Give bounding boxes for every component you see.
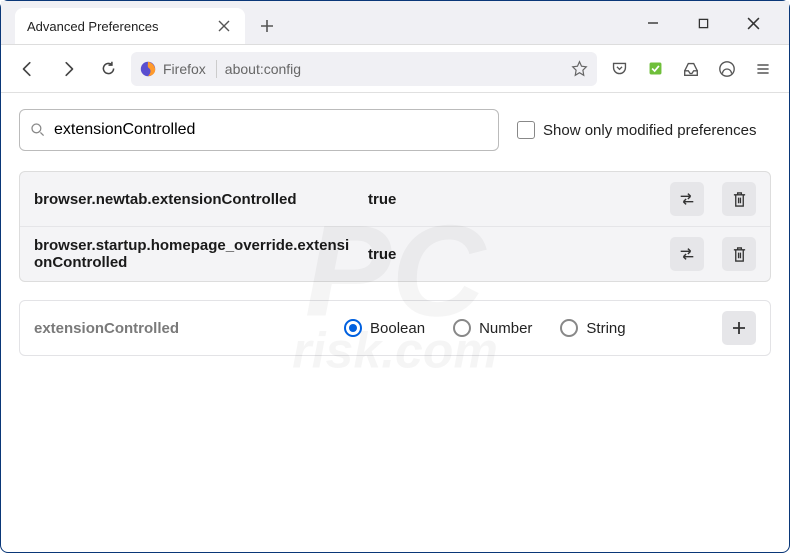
radio-icon (344, 319, 362, 337)
search-icon (30, 122, 46, 138)
radio-icon (453, 319, 471, 337)
account-icon[interactable] (711, 53, 743, 85)
firefox-logo-icon (139, 60, 157, 78)
checkbox-icon (517, 121, 535, 139)
maximize-button[interactable] (689, 13, 717, 33)
radio-label: Number (479, 320, 532, 337)
nav-toolbar: Firefox about:config (1, 45, 789, 93)
pref-list: browser.newtab.extensionControlled true … (19, 171, 771, 282)
bookmark-star-icon[interactable] (565, 55, 593, 83)
url-bar[interactable]: Firefox about:config (131, 52, 597, 86)
toggle-button[interactable] (670, 182, 704, 216)
add-pref-row: extensionControlled Boolean Number Strin… (19, 300, 771, 356)
pref-search-input[interactable] (54, 121, 488, 139)
inbox-icon[interactable] (675, 53, 707, 85)
close-tab-icon[interactable] (215, 17, 233, 35)
delete-button[interactable] (722, 237, 756, 271)
window-controls (639, 1, 781, 33)
close-window-button[interactable] (739, 13, 767, 33)
pref-row: browser.newtab.extensionControlled true (20, 172, 770, 227)
reload-button[interactable] (91, 52, 125, 86)
browser-tab[interactable]: Advanced Preferences (15, 8, 245, 44)
new-tab-button[interactable] (251, 10, 283, 42)
show-only-modified-checkbox[interactable]: Show only modified preferences (517, 121, 756, 139)
url-text: about:config (225, 61, 557, 77)
pref-value: true (368, 191, 652, 208)
radio-string[interactable]: String (560, 319, 625, 337)
add-pref-name: extensionControlled (34, 320, 334, 337)
pref-name: browser.newtab.extensionControlled (34, 191, 354, 208)
titlebar: Advanced Preferences (1, 1, 789, 45)
tab-title: Advanced Preferences (27, 19, 215, 34)
toggle-button[interactable] (670, 237, 704, 271)
radio-label: String (586, 320, 625, 337)
pref-search-box[interactable] (19, 109, 499, 151)
identity-label: Firefox (163, 61, 206, 77)
type-radio-group: Boolean Number String (344, 319, 708, 337)
delete-button[interactable] (722, 182, 756, 216)
pocket-icon[interactable] (603, 53, 635, 85)
add-pref-button[interactable] (722, 311, 756, 345)
back-button[interactable] (11, 52, 45, 86)
pref-value: true (368, 246, 652, 263)
checkbox-label: Show only modified preferences (543, 122, 756, 139)
page-content: Show only modified preferences browser.n… (1, 93, 789, 372)
radio-label: Boolean (370, 320, 425, 337)
radio-icon (560, 319, 578, 337)
extension-icon[interactable] (639, 53, 671, 85)
pref-name: browser.startup.homepage_override.extens… (34, 237, 354, 271)
identity-box[interactable]: Firefox (139, 60, 217, 78)
pref-row: browser.startup.homepage_override.extens… (20, 227, 770, 281)
forward-button[interactable] (51, 52, 85, 86)
minimize-button[interactable] (639, 13, 667, 33)
hamburger-menu-icon[interactable] (747, 53, 779, 85)
radio-number[interactable]: Number (453, 319, 532, 337)
radio-boolean[interactable]: Boolean (344, 319, 425, 337)
